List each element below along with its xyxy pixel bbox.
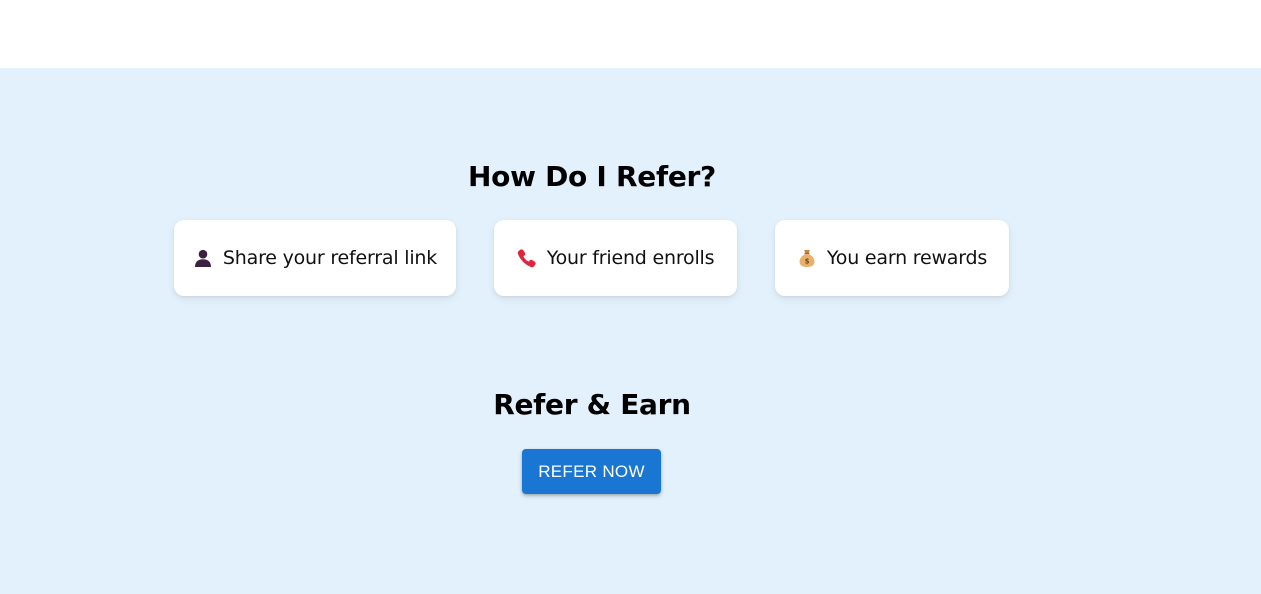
referral-section <box>0 68 1261 594</box>
top-white-band <box>0 0 1261 68</box>
refer-now-button[interactable]: REFER NOW <box>522 449 661 494</box>
step-label: Share your referral link <box>222 247 438 269</box>
refer-and-earn-heading: Refer & Earn <box>493 388 691 421</box>
step-label: You earn rewards <box>826 247 988 269</box>
step-label: Your friend enrolls <box>546 247 715 269</box>
step-card-share-link: Share your referral link <box>174 220 456 296</box>
step-card-earn-rewards: $ You earn rewards <box>775 220 1009 296</box>
svg-text:$: $ <box>804 258 809 266</box>
how-do-i-refer-heading: How Do I Refer? <box>468 160 716 193</box>
money-bag-icon: $ <box>797 248 817 268</box>
person-icon <box>193 248 213 268</box>
phone-icon <box>517 248 537 268</box>
step-card-friend-enrolls: Your friend enrolls <box>494 220 737 296</box>
